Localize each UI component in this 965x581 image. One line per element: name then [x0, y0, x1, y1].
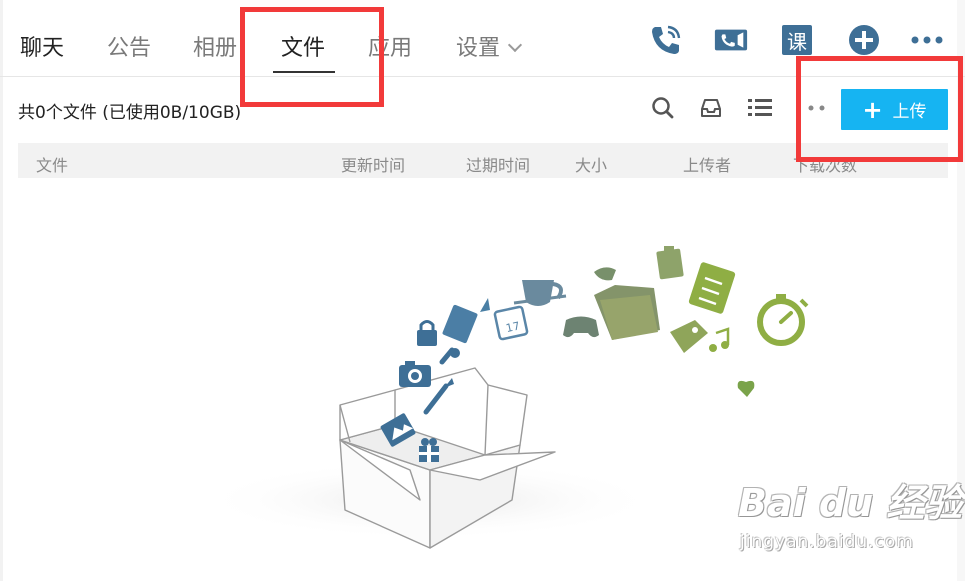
phone-call-icon[interactable]: [648, 22, 684, 58]
file-usage-info: 共0个文件 (已使用0B/10GB): [18, 103, 242, 123]
tab-chat[interactable]: 聊天: [20, 30, 64, 62]
more-dots-icon[interactable]: [803, 94, 831, 122]
search-icon[interactable]: [649, 94, 677, 122]
notebook-icon: [688, 262, 736, 314]
svg-text:17: 17: [505, 319, 521, 335]
price-tag-icon: [670, 320, 708, 353]
column-header-downloads[interactable]: 下载次数: [793, 152, 857, 176]
tab-apps[interactable]: 应用: [368, 30, 412, 62]
tab-settings[interactable]: 设置: [456, 30, 523, 62]
document-icon: [442, 304, 478, 344]
stopwatch-icon: [757, 294, 809, 346]
column-header-size[interactable]: 大小: [575, 152, 607, 176]
baidu-jingyan-watermark: Bai du 经验 jingyan.baidu.com: [738, 470, 962, 570]
course-icon[interactable]: 课: [779, 22, 815, 58]
upload-button-label: 上传: [892, 102, 927, 122]
tab-settings-label: 设置: [456, 36, 501, 61]
camera-icon: [399, 361, 431, 387]
paintbrush-icon: [423, 378, 454, 415]
lock-icon: [417, 320, 437, 346]
photo-icon: [380, 413, 416, 447]
microphone-icon: [439, 347, 460, 365]
add-circle-icon[interactable]: [846, 22, 882, 58]
video-camera-icon[interactable]: [713, 22, 749, 58]
watermark-url: jingyan.baidu.com: [740, 532, 914, 552]
coffee-cup-icon: [513, 280, 567, 306]
list-view-icon[interactable]: [746, 94, 774, 122]
music-note-icon: [709, 327, 730, 352]
column-header-updated[interactable]: 更新时间: [341, 152, 405, 176]
tab-files[interactable]: 文件: [281, 30, 325, 62]
open-box-icon: [339, 367, 556, 549]
column-header-uploader[interactable]: 上传者: [683, 152, 731, 176]
file-table-header: 文件 更新时间 过期时间 大小 上传者 下载次数: [18, 143, 948, 178]
floor-shadow: [200, 460, 660, 540]
upload-button[interactable]: + 上传: [841, 89, 948, 130]
watermark-logo: Bai du 经验: [738, 481, 963, 525]
gift-icon: [419, 438, 439, 462]
heart-icon: [737, 380, 755, 397]
clipboard-icon: [656, 246, 684, 280]
column-header-file[interactable]: 文件: [36, 152, 68, 176]
column-header-expires[interactable]: 过期时间: [466, 152, 530, 176]
top-nav: 聊天 公告 相册 文件 应用 设置 课: [0, 0, 965, 77]
active-tab-indicator: [273, 71, 335, 73]
left-edge: [0, 0, 3, 581]
gamepad-icon: [563, 316, 599, 338]
rocket-icon: [480, 298, 490, 312]
course-icon-glyph: 课: [782, 25, 812, 55]
plus-icon: +: [862, 95, 883, 124]
calendar-icon: 17: [493, 305, 529, 341]
chevron-down-icon: [507, 37, 523, 53]
folder-icon: [594, 285, 660, 340]
tab-album[interactable]: 相册: [193, 30, 237, 62]
tab-announcement[interactable]: 公告: [107, 30, 151, 62]
bird-icon: [594, 267, 616, 281]
inbox-tray-icon[interactable]: [697, 94, 725, 122]
more-dots-icon[interactable]: [909, 22, 945, 58]
